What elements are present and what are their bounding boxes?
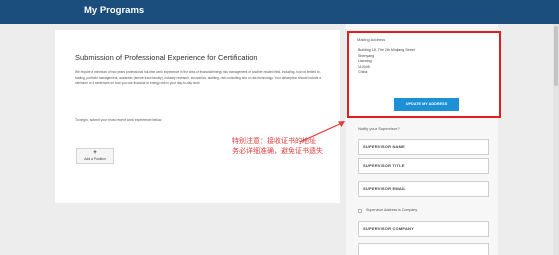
supervisor-name-placeholder: SUPERVISOR NAME: [363, 144, 406, 149]
next-field[interactable]: [358, 243, 489, 255]
card-instruction: To begin, submit your most recent work e…: [75, 118, 163, 122]
warning-annotation: 特别注意：接收证书的地址 务必详细准确，避免证书遗失: [232, 137, 352, 157]
address-line: Shenyang: [358, 53, 375, 58]
plus-icon: +: [93, 150, 97, 156]
supervisor-address-checkbox-label: Supervisor Address is Company: [366, 208, 418, 212]
scrollbar-thumb[interactable]: [554, 26, 558, 86]
supervisor-company-placeholder: SUPERVISOR COMPANY: [363, 226, 415, 231]
add-position-button[interactable]: + Add a Position: [76, 148, 114, 164]
update-address-button[interactable]: UPDATE MY ADDRESS: [394, 98, 459, 111]
experience-card: Submission of Professional Experience fo…: [55, 30, 340, 203]
supervisor-title-placeholder: SUPERVISOR TITLE: [363, 163, 405, 168]
supervisor-email-placeholder: SUPERVISOR EMAIL: [363, 186, 406, 191]
mailing-address-box: Mailing Address Building 18, The 2th Min…: [347, 31, 501, 118]
card-title: Submission of Professional Experience fo…: [75, 53, 258, 62]
address-line: 110045: [358, 64, 370, 69]
address-line: Building 18, The 2th Minjiang Street: [358, 48, 415, 52]
top-header: My Programs: [0, 0, 559, 24]
annotation-line-2: 务必详细准确，避免证书遗失: [232, 148, 323, 155]
address-line: Liaoning: [358, 59, 372, 63]
address-line: China: [358, 70, 368, 74]
supervisor-address-checkbox[interactable]: [358, 209, 362, 213]
add-position-label: Add a Position: [84, 157, 106, 161]
page-title: My Programs: [84, 5, 145, 16]
page-scrollbar[interactable]: [553, 24, 559, 255]
annotation-line-1: 特别注意：接收证书的地址: [232, 138, 316, 145]
supervisor-email-field[interactable]: SUPERVISOR EMAIL: [358, 181, 489, 197]
supervisor-company-field[interactable]: SUPERVISOR COMPANY: [358, 221, 489, 237]
supervisor-title-field[interactable]: SUPERVISOR TITLE: [358, 158, 489, 174]
mailing-address-title: Mailing Address: [357, 37, 386, 42]
notify-supervisor-label: Notify your Supervisor?: [358, 126, 400, 131]
card-description: We require a minimum of two years profes…: [75, 70, 322, 85]
supervisor-name-field[interactable]: SUPERVISOR NAME: [358, 139, 489, 155]
